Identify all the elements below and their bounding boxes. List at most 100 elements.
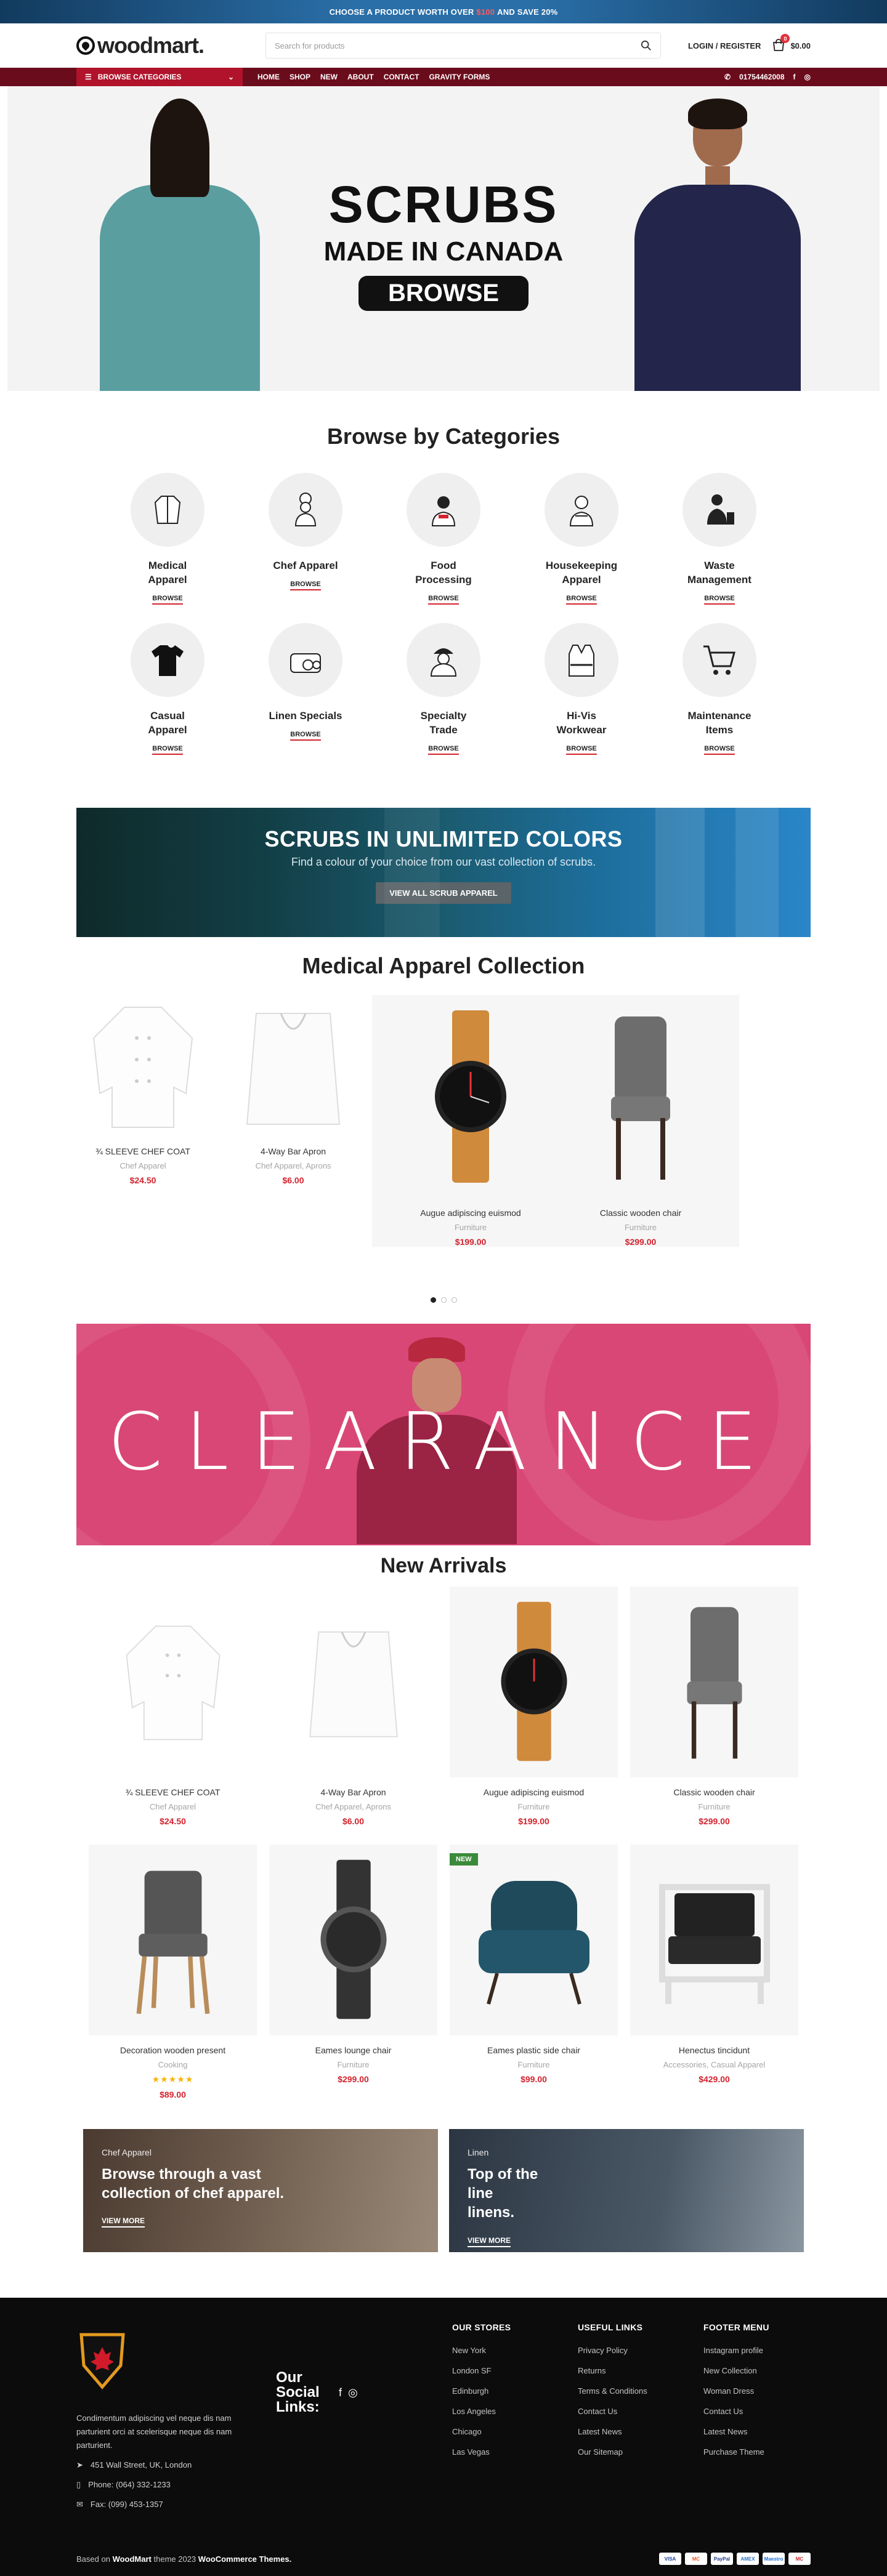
product-image-chef-coat[interactable] xyxy=(76,995,209,1137)
category-browse-link[interactable]: BROWSE xyxy=(428,595,459,605)
hero-banner[interactable]: SCRUBS MADE IN CANADA BROWSE xyxy=(7,86,880,391)
product-card[interactable]: Eames lounge chair Furniture $299.00 xyxy=(269,1845,437,2099)
category-browse-link[interactable]: BROWSE xyxy=(704,595,735,605)
copy-brand[interactable]: WoodMart xyxy=(113,2554,152,2564)
category-browse-link[interactable]: BROWSE xyxy=(704,745,735,755)
category-item[interactable]: Waste Management BROWSE xyxy=(650,473,788,605)
promo-view-more-link[interactable]: VIEW MORE xyxy=(468,2236,511,2247)
promo-view-more-link[interactable]: VIEW MORE xyxy=(102,2216,145,2228)
search-icon[interactable] xyxy=(641,40,652,51)
category-item[interactable]: Food Processing BROWSE xyxy=(375,473,512,605)
footer-link[interactable]: Contact Us xyxy=(703,2407,829,2416)
category-name[interactable]: Waste Management xyxy=(682,559,756,587)
product-name[interactable]: Classic wooden chair xyxy=(556,1208,726,1218)
product-name[interactable]: Augue adipiscing euismod xyxy=(386,1208,556,1218)
footer-link[interactable]: New York xyxy=(452,2346,578,2355)
category-image[interactable] xyxy=(131,473,205,547)
product-card[interactable]: Classic wooden chair Furniture $299.00 xyxy=(630,1587,798,1826)
product-image-apron[interactable] xyxy=(227,995,360,1137)
footer-link[interactable]: Latest News xyxy=(703,2427,829,2436)
facebook-icon[interactable]: f xyxy=(793,73,796,81)
product-category[interactable]: Chef Apparel, Aprons xyxy=(227,1161,360,1170)
category-name[interactable]: Maintenance Items xyxy=(682,709,756,738)
category-item[interactable]: Medical Apparel BROWSE xyxy=(99,473,237,605)
category-browse-link[interactable]: BROWSE xyxy=(428,745,459,755)
footer-link[interactable]: Latest News xyxy=(578,2427,703,2436)
product-image[interactable] xyxy=(269,1587,437,1777)
product-category[interactable]: Furniture xyxy=(450,2060,618,2069)
clearance-banner[interactable]: CLEARANCE xyxy=(76,1324,811,1545)
product-card[interactable]: Decoration wooden present Cooking ★★★★★ … xyxy=(89,1845,257,2099)
product-category[interactable]: Furniture xyxy=(556,1223,726,1232)
promo-linen[interactable]: Linen Top of the line linens. VIEW MORE xyxy=(449,2129,804,2252)
footer-link[interactable]: Instagram profile xyxy=(703,2346,829,2355)
footer-link[interactable]: Chicago xyxy=(452,2427,578,2436)
category-name[interactable]: Linen Specials xyxy=(269,709,342,723)
login-register-link[interactable]: LOGIN / REGISTER xyxy=(688,41,761,50)
category-browse-link[interactable]: BROWSE xyxy=(152,745,183,755)
product-image[interactable] xyxy=(89,1845,257,2035)
product-name[interactable]: Classic wooden chair xyxy=(630,1787,798,1797)
product-card[interactable]: 4-Way Bar Apron Chef Apparel, Aprons $6.… xyxy=(227,995,360,1247)
category-image[interactable] xyxy=(269,622,342,697)
product-image[interactable]: NEW xyxy=(450,1845,618,2035)
nav-contact[interactable]: CONTACT xyxy=(384,73,419,81)
product-category[interactable]: Cooking xyxy=(89,2060,257,2069)
nav-shop[interactable]: SHOP xyxy=(290,73,310,81)
footer-link[interactable]: Los Angeles xyxy=(452,2407,578,2416)
footer-link[interactable]: Our Sitemap xyxy=(578,2447,703,2457)
carousel-dot[interactable] xyxy=(440,1297,447,1303)
product-image[interactable] xyxy=(89,1587,257,1777)
nav-gravity-forms[interactable]: GRAVITY FORMS xyxy=(429,73,490,81)
category-image[interactable] xyxy=(131,622,205,697)
product-name[interactable]: Eames plastic side chair xyxy=(450,2045,618,2055)
product-category[interactable]: Chef Apparel, Aprons xyxy=(269,1802,437,1811)
product-card[interactable]: Henectus tincidunt Accessories, Casual A… xyxy=(630,1845,798,2099)
product-category[interactable]: Furniture xyxy=(269,2060,437,2069)
category-image[interactable] xyxy=(407,473,480,547)
product-image[interactable] xyxy=(630,1587,798,1777)
product-category[interactable]: Furniture xyxy=(630,1802,798,1811)
product-name[interactable]: ¾ SLEEVE CHEF COAT xyxy=(89,1787,257,1797)
product-name[interactable]: 4-Way Bar Apron xyxy=(269,1787,437,1797)
product-card[interactable]: 4-Way Bar Apron Chef Apparel, Aprons $6.… xyxy=(269,1587,437,1826)
hero-browse-button[interactable]: BROWSE xyxy=(358,276,529,311)
category-image[interactable] xyxy=(545,622,618,697)
product-image[interactable] xyxy=(630,1845,798,2035)
category-item[interactable]: Chef Apparel BROWSE xyxy=(237,473,375,605)
footer-link[interactable]: Privacy Policy xyxy=(578,2346,703,2355)
product-card[interactable]: NEW Eames plastic side chair Furniture $… xyxy=(450,1845,618,2099)
category-image[interactable] xyxy=(269,473,342,547)
facebook-icon[interactable]: f xyxy=(339,2386,342,2399)
product-image[interactable] xyxy=(450,1587,618,1777)
footer-link[interactable]: Las Vegas xyxy=(452,2447,578,2457)
footer-link[interactable]: London SF xyxy=(452,2366,578,2375)
category-name[interactable]: Medical Apparel xyxy=(131,559,205,587)
product-category[interactable]: Furniture xyxy=(386,1223,556,1232)
nav-new[interactable]: NEW xyxy=(320,73,338,81)
product-category[interactable]: Accessories, Casual Apparel xyxy=(630,2060,798,2069)
category-image[interactable] xyxy=(682,622,756,697)
footer-link[interactable]: Purchase Theme xyxy=(703,2447,829,2457)
category-browse-link[interactable]: BROWSE xyxy=(566,595,597,605)
category-image[interactable] xyxy=(545,473,618,547)
product-name[interactable]: 4-Way Bar Apron xyxy=(227,1146,360,1156)
category-browse-link[interactable]: BROWSE xyxy=(152,595,183,605)
search-input[interactable]: Search for products xyxy=(265,33,661,58)
category-item[interactable]: Casual Apparel BROWSE xyxy=(99,622,237,755)
product-name[interactable]: ¾ SLEEVE CHEF COAT xyxy=(76,1146,209,1156)
footer-link[interactable]: Returns xyxy=(578,2366,703,2375)
category-image[interactable] xyxy=(682,473,756,547)
product-name[interactable]: Eames lounge chair xyxy=(269,2045,437,2055)
product-image-watch[interactable] xyxy=(386,995,556,1198)
category-item[interactable]: Housekeeping Apparel BROWSE xyxy=(512,473,650,605)
category-name[interactable]: Food Processing xyxy=(407,559,480,587)
category-browse-link[interactable]: BROWSE xyxy=(290,731,321,741)
category-name[interactable]: Casual Apparel xyxy=(131,709,205,738)
instagram-icon[interactable]: ◎ xyxy=(348,2386,358,2399)
product-card[interactable]: Classic wooden chair Furniture $299.00 xyxy=(556,995,726,1247)
footer-link[interactable]: Contact Us xyxy=(578,2407,703,2416)
site-logo[interactable]: woodmart. xyxy=(76,33,265,58)
nav-home[interactable]: HOME xyxy=(257,73,280,81)
footer-link[interactable]: Terms & Conditions xyxy=(578,2386,703,2396)
